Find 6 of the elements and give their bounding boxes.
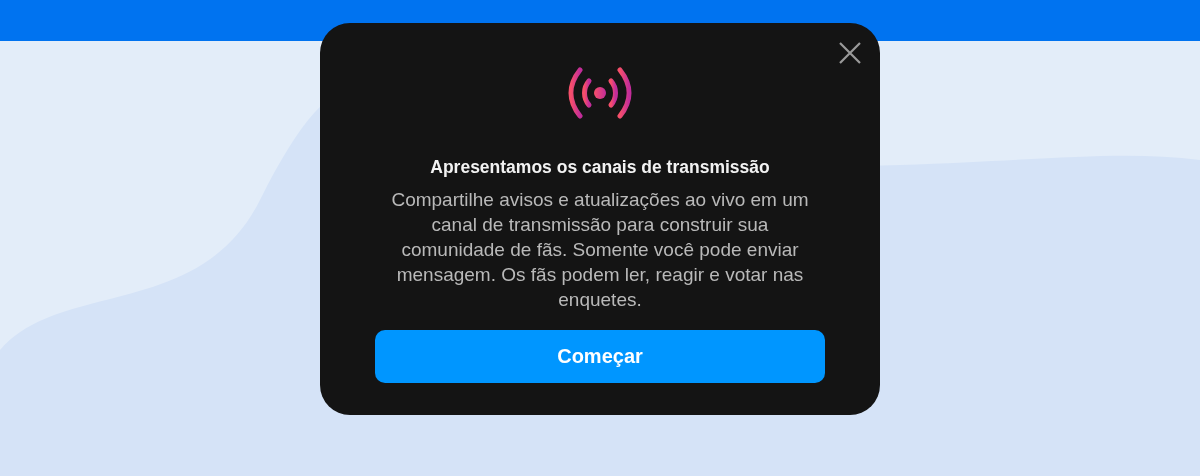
dialog-title: Apresentamos os canais de transmissão (430, 157, 770, 178)
dialog-description: Compartilhe avisos e atualizações ao vivo em um canal de transmissão para construir sua comunidade de fãs. Somente você pode enviar mensagem. Os fãs podem ler, reagir e votar nas enquetes. (390, 188, 810, 312)
close-button[interactable] (838, 41, 862, 65)
close-icon (838, 41, 862, 65)
broadcast-icon (568, 67, 632, 119)
start-button[interactable]: Começar (375, 330, 825, 383)
